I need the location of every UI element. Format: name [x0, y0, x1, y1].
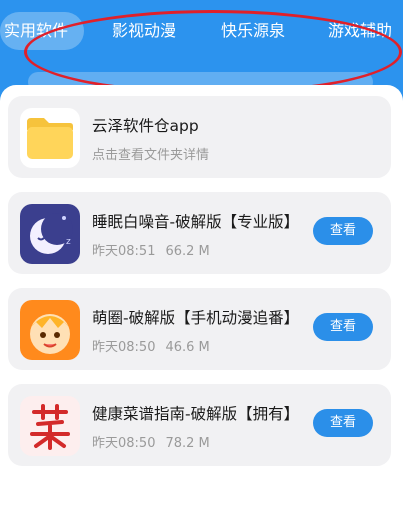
- app-title: 健康菜谱指南-破解版【拥有】: [92, 405, 300, 423]
- app-meta: 昨天08:50 46.6 M: [92, 336, 210, 355]
- app-size: 78.2 M: [165, 436, 210, 451]
- folder-subtitle: 点击查看文件夹详情: [92, 148, 210, 163]
- app-title: 睡眠白噪音-破解版【专业版】: [92, 213, 300, 231]
- folder-card[interactable]: 云泽软件仓app 点击查看文件夹详情: [8, 96, 391, 178]
- app-title: 萌圈-破解版【手机动漫追番】: [92, 309, 300, 327]
- app-time: 昨天08:50: [92, 340, 156, 355]
- app-meta: 昨天08:50 78.2 M: [92, 432, 210, 451]
- app-meta: 昨天08:51 66.2 M: [92, 240, 210, 259]
- svg-text:z: z: [66, 237, 71, 247]
- view-button[interactable]: 查看: [313, 217, 373, 245]
- folder-icon: [20, 108, 80, 168]
- app-card[interactable]: z 睡眠白噪音-破解版【专业版】 昨天08:51 66.2 M 查看: [8, 192, 391, 274]
- app-time: 昨天08:50: [92, 436, 156, 451]
- app-size: 66.2 M: [165, 244, 210, 259]
- app-card[interactable]: 健康菜谱指南-破解版【拥有】 昨天08:50 78.2 M 查看: [8, 384, 391, 466]
- view-button[interactable]: 查看: [313, 313, 373, 341]
- app-card[interactable]: 萌圈-破解版【手机动漫追番】 昨天08:50 46.6 M 查看: [8, 288, 391, 370]
- folder-title: 云泽软件仓app: [92, 117, 199, 135]
- cai-character-app-icon: [20, 396, 80, 456]
- moon-app-icon: z: [20, 204, 80, 264]
- app-size: 46.6 M: [165, 340, 210, 355]
- cartoon-face-app-icon: [20, 300, 80, 360]
- app-time: 昨天08:51: [92, 244, 156, 259]
- annotation-oval: [24, 10, 402, 94]
- view-button[interactable]: 查看: [313, 409, 373, 437]
